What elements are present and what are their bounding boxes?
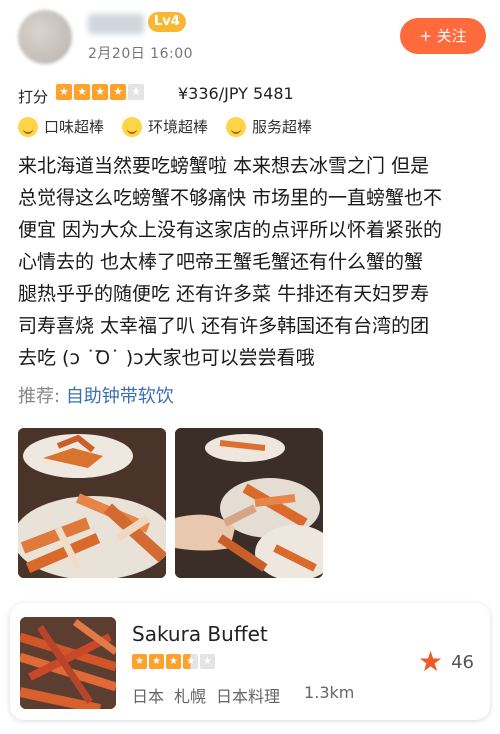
- recommend-label: 推荐:: [18, 386, 61, 407]
- shop-country: 日本: [132, 687, 165, 706]
- post-date: 2月20日 16:00: [88, 46, 194, 62]
- shop-rating-stars: ★ ★ ★ ★ ★: [132, 654, 215, 669]
- tag-label: 口味超棒: [44, 118, 105, 136]
- recommend-items[interactable]: 自助钟带软饮: [66, 386, 174, 407]
- smile-face-icon: [18, 116, 38, 137]
- star-icon: ★: [418, 645, 444, 678]
- review-photo-2[interactable]: [175, 428, 323, 578]
- tag-environment: 环境超棒: [122, 116, 208, 137]
- review-line: 腿热乎乎的随便吃 还有许多菜 牛排还有天妇罗寿: [18, 283, 430, 305]
- review-line: 来北海道当然要吃螃蟹啦 本来想去冰雪之门 但是: [18, 155, 430, 177]
- star-icon: ★: [149, 654, 164, 669]
- tag-row: 口味超棒 环境超棒 服务超棒: [18, 116, 312, 137]
- review-line: 司寿喜烧 太幸福了叭 还有许多韩国还有台湾的团: [18, 315, 430, 337]
- review-line: 心情去的 也太棒了吧帝王蟹毛蟹还有什么蟹的蟹: [18, 251, 424, 273]
- score-label: 打分: [18, 88, 49, 106]
- star-empty-icon: ★: [200, 654, 215, 669]
- shop-cuisine: 日本料理: [216, 687, 281, 706]
- shop-name[interactable]: Sakura Buffet: [132, 622, 268, 646]
- smile-face-icon: [122, 116, 143, 137]
- price: ¥336/JPY 5481: [178, 84, 294, 103]
- tag-label: 服务超棒: [252, 118, 313, 136]
- shop-city: 札幌: [174, 687, 207, 706]
- tag-service: 服务超棒: [226, 116, 312, 137]
- tag-label: 环境超棒: [148, 118, 209, 136]
- star-icon: ★: [56, 84, 72, 100]
- favorite-count: 46: [451, 651, 475, 673]
- review-line: 去吃 (ɔ ˙Ꝺ˙ )ɔ大家也可以尝尝看哦: [18, 347, 315, 369]
- smile-face-icon: [226, 116, 247, 137]
- star-icon: ★: [74, 84, 90, 100]
- recommend-row: 推荐: 自助钟带软饮: [18, 382, 174, 408]
- review-text: 来北海道当然要吃螃蟹啦 本来想去冰雪之门 但是 总觉得这么吃螃蟹不够痛快 市场里…: [18, 150, 484, 374]
- shop-meta: 日本 札幌 日本料理 1.3km: [132, 683, 354, 707]
- star-half-icon: ★: [183, 654, 198, 669]
- star-icon: ★: [110, 84, 126, 100]
- star-icon: ★: [132, 654, 147, 669]
- star-icon: ★: [166, 654, 181, 669]
- review-line: 便宜 因为大众上没有这家店的点评所以怀着紧张的: [18, 219, 443, 241]
- shop-thumbnail[interactable]: [20, 617, 116, 709]
- tag-taste: 口味超棒: [18, 116, 104, 137]
- review-line: 总觉得这么吃螃蟹不够痛快 市场里的一直螃蟹也不: [18, 187, 443, 209]
- star-empty-icon: ★: [128, 84, 144, 100]
- star-icon: ★: [92, 84, 108, 100]
- rating-stars: ★ ★ ★ ★ ★: [56, 84, 144, 100]
- review-photo-1[interactable]: [18, 428, 166, 578]
- username-blurred[interactable]: [88, 14, 144, 34]
- follow-button[interactable]: + 关注: [400, 18, 486, 54]
- avatar[interactable]: [18, 10, 72, 64]
- level-badge: Lv4: [148, 12, 186, 32]
- favorite-button[interactable]: ★ 46: [418, 648, 474, 676]
- shop-distance: 1.3km: [304, 683, 355, 702]
